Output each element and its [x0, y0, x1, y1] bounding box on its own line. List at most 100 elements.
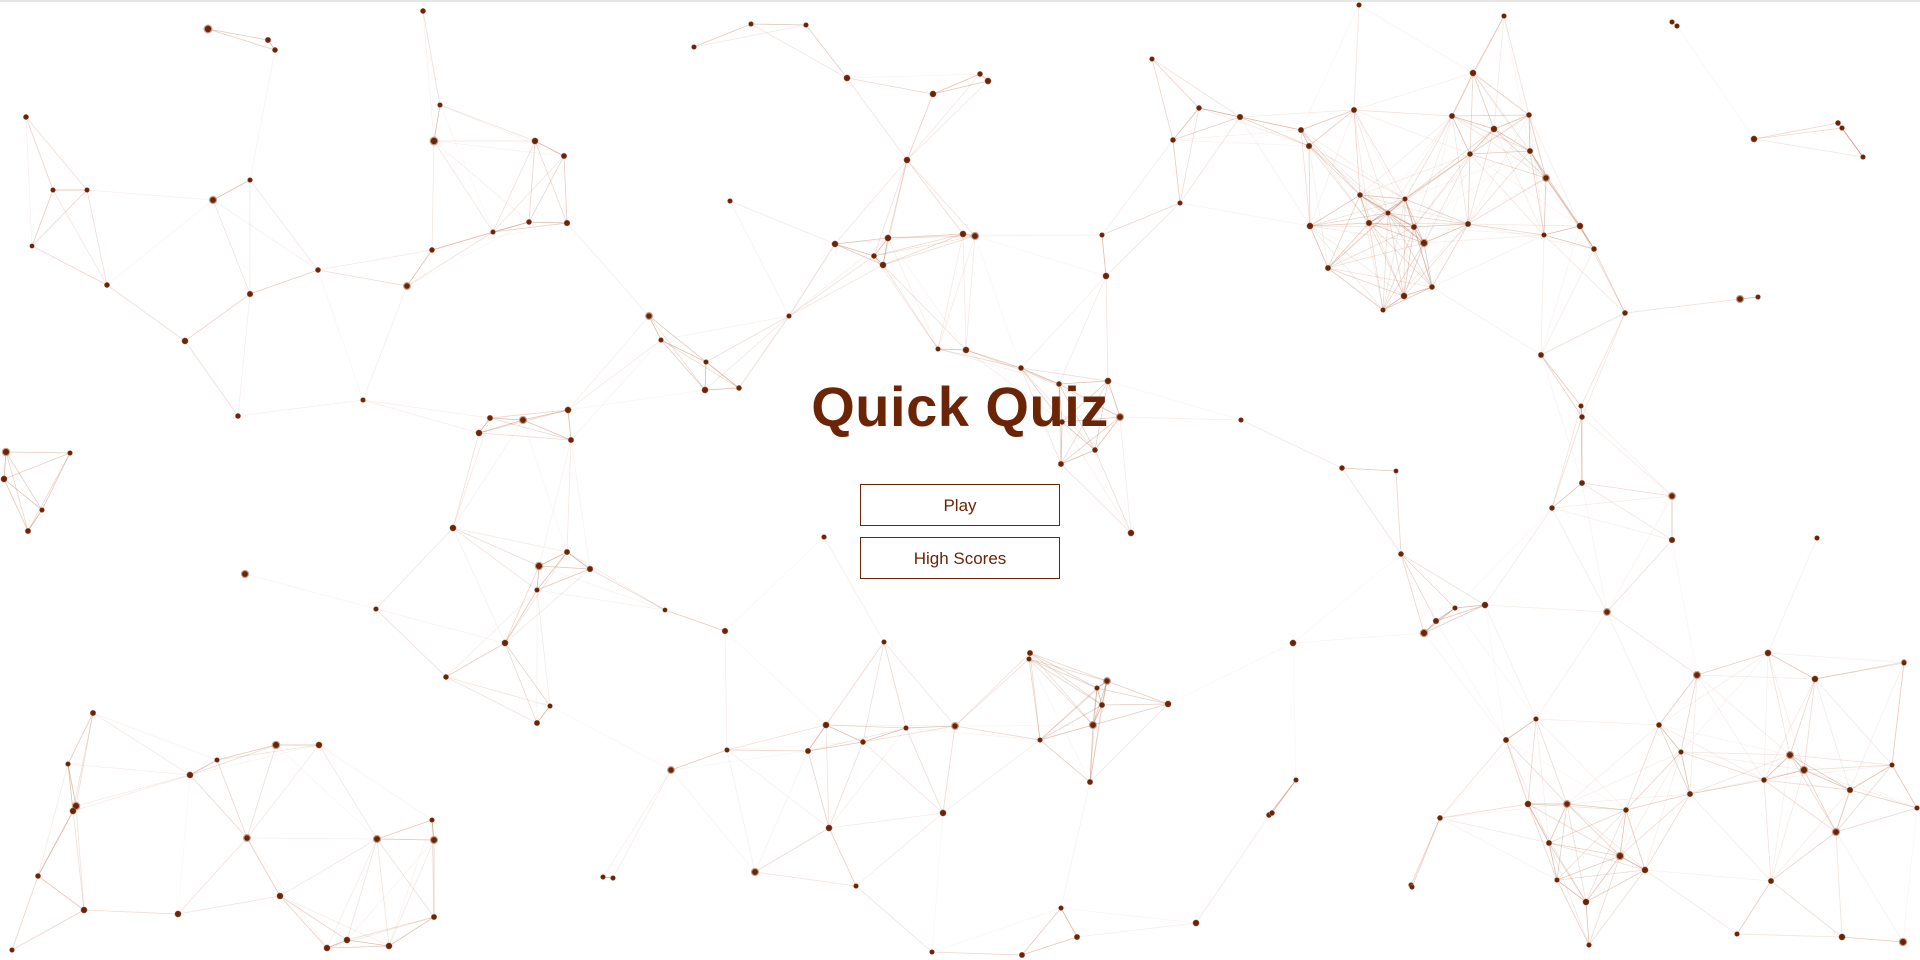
network-edge	[882, 237, 889, 266]
network-node	[727, 198, 733, 204]
network-edge	[317, 269, 408, 287]
network-node	[486, 414, 494, 422]
network-edge	[1039, 739, 1091, 783]
network-node	[1622, 310, 1628, 316]
network-edge	[1763, 779, 1837, 833]
network-node	[1177, 200, 1183, 206]
network-node	[1297, 126, 1305, 134]
network-edge	[862, 727, 907, 743]
network-node	[1674, 23, 1680, 29]
network-node	[1669, 19, 1675, 25]
network-edge	[11, 909, 85, 951]
network-node	[721, 627, 729, 635]
network-edge	[670, 749, 728, 771]
network-edge	[1540, 354, 1583, 418]
play-button[interactable]: Play	[860, 484, 1060, 526]
network-edge	[318, 744, 378, 840]
network-edge	[1736, 933, 1843, 938]
network-node	[84, 187, 90, 193]
network-node	[24, 527, 32, 535]
network-edge	[828, 741, 864, 829]
network-node	[373, 606, 379, 612]
network-edge	[805, 24, 848, 79]
network-edge	[536, 705, 551, 724]
network-edge	[1753, 122, 1839, 140]
network-node	[1579, 414, 1585, 420]
network-edge	[1551, 507, 1608, 613]
network-edge	[954, 725, 1041, 741]
network-edge	[246, 837, 328, 949]
network-edge	[1505, 739, 1568, 805]
network-node	[1578, 479, 1586, 487]
network-edge	[965, 235, 976, 351]
network-edge	[726, 741, 864, 751]
network-edge	[1585, 869, 1646, 903]
network-edge	[1172, 116, 1241, 141]
network-node	[1289, 639, 1297, 647]
network-edge	[452, 527, 568, 553]
network-edge	[648, 315, 662, 341]
network-edge	[177, 837, 248, 915]
network-edge	[1680, 751, 1691, 795]
network-edge	[855, 885, 933, 953]
network-edge	[1089, 703, 1169, 783]
network-edge	[1341, 467, 1397, 472]
network-edge	[1172, 139, 1181, 204]
network-node	[1623, 807, 1629, 813]
network-edge	[1689, 793, 1772, 882]
network-edge	[528, 140, 536, 223]
network-edge	[1469, 114, 1530, 155]
network-edge	[1696, 674, 1765, 781]
network-edge	[1101, 703, 1169, 706]
network-node	[1668, 536, 1676, 544]
network-edge	[528, 155, 565, 223]
network-edge	[388, 819, 433, 947]
network-edge	[376, 838, 435, 918]
network-edge	[452, 527, 506, 644]
network-edge	[249, 49, 276, 181]
network-edge	[1556, 879, 1590, 946]
network-edge	[1413, 153, 1471, 228]
network-edge	[1058, 275, 1107, 385]
network-edge	[1484, 604, 1608, 613]
network-node	[1692, 670, 1702, 680]
network-node	[1452, 605, 1458, 611]
network-node	[475, 429, 483, 437]
network-node	[67, 450, 73, 456]
network-node	[1542, 174, 1550, 182]
network-node	[1402, 196, 1408, 202]
network-edge	[1527, 803, 1558, 881]
network-node	[1814, 535, 1820, 541]
network-edge	[439, 104, 536, 142]
network-edge	[828, 812, 944, 829]
network-edge	[86, 189, 108, 286]
network-edge	[1358, 4, 1474, 74]
network-edge	[549, 705, 672, 771]
network-node	[879, 261, 887, 269]
network-edge	[1770, 769, 1805, 882]
network-edge	[452, 527, 540, 567]
network-edge	[489, 409, 569, 419]
network-edge	[1435, 620, 1507, 741]
network-edge	[846, 77, 908, 161]
network-edge	[1423, 234, 1545, 244]
network-node	[977, 71, 983, 77]
network-edge	[1271, 779, 1297, 814]
network-node	[1432, 617, 1440, 625]
network-node	[1293, 777, 1299, 783]
network-edge	[1505, 739, 1627, 811]
network-edge	[237, 293, 251, 417]
high-scores-button[interactable]: High Scores	[860, 537, 1060, 579]
network-edge	[1644, 869, 1738, 935]
network-edge	[452, 417, 491, 529]
network-node	[1350, 106, 1358, 114]
network-edge	[534, 140, 565, 157]
network-edge	[788, 255, 875, 317]
network-node	[531, 137, 539, 145]
network-edge	[25, 116, 54, 191]
network-edge	[406, 231, 494, 287]
network-node	[1429, 284, 1435, 290]
network-edge	[664, 609, 726, 632]
network-node	[1526, 112, 1532, 118]
network-node	[691, 44, 697, 50]
